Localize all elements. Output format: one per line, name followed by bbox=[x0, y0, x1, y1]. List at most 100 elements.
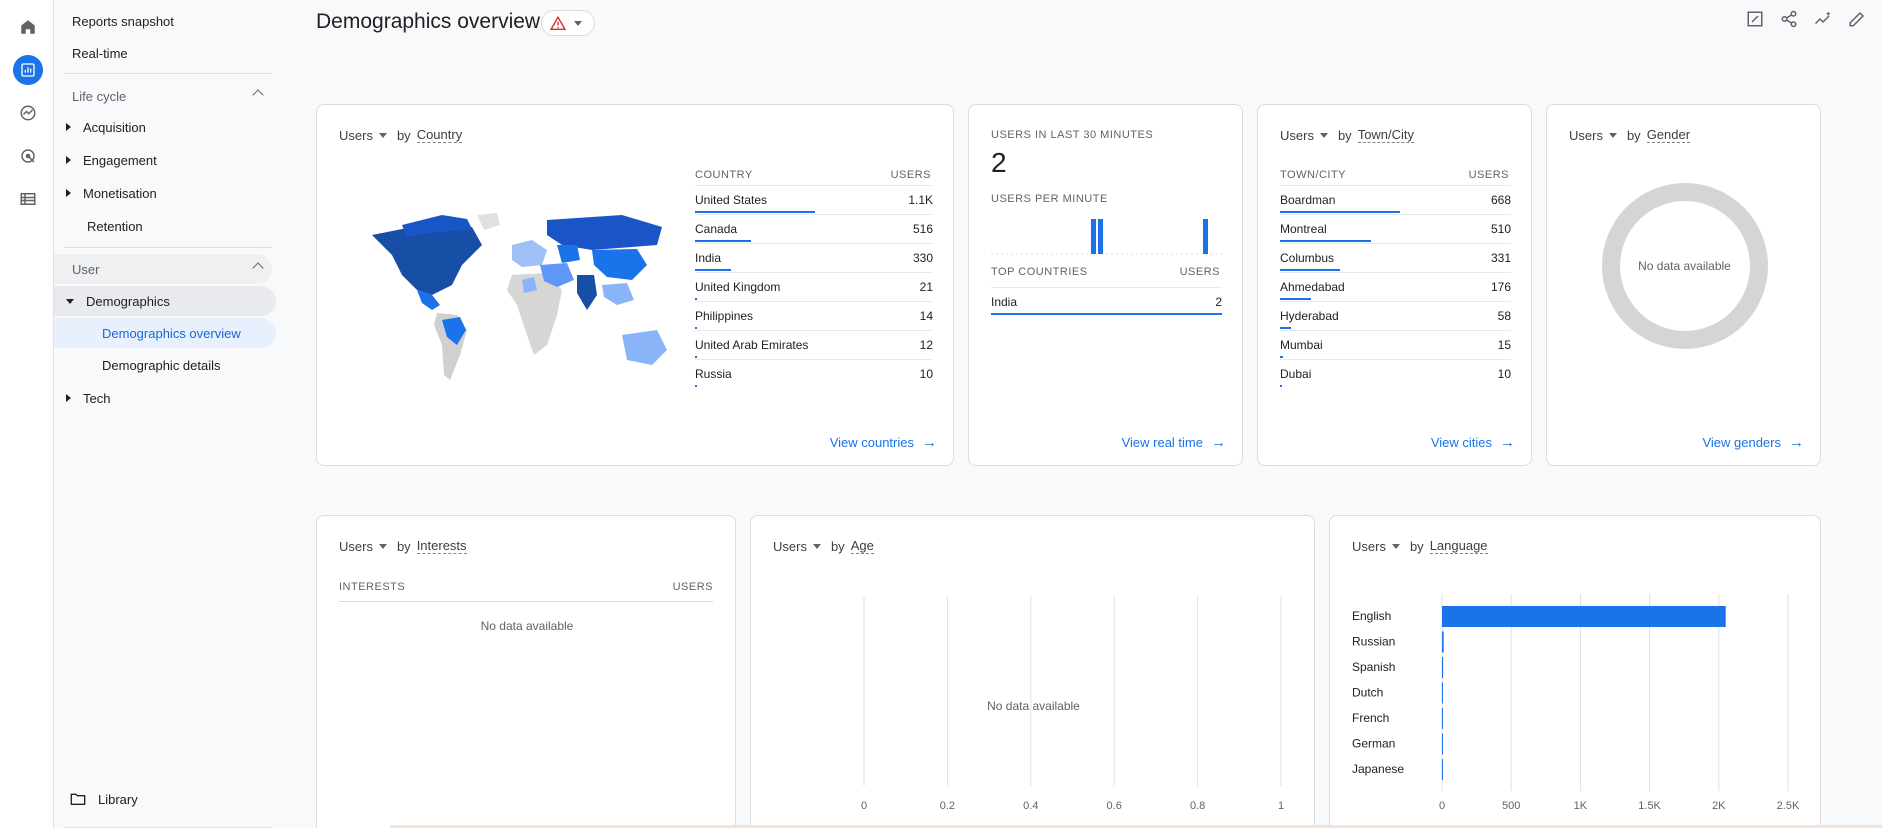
advertising-icon[interactable] bbox=[13, 141, 43, 171]
x-tick-label: 1.5K bbox=[1638, 800, 1661, 812]
row-value: 516 bbox=[912, 222, 933, 236]
table-row[interactable]: Philippines 14 bbox=[695, 301, 933, 330]
table-row[interactable]: Ahmedabad 176 bbox=[1280, 272, 1511, 301]
table-row[interactable]: Boardman 668 bbox=[1280, 185, 1511, 214]
table-row[interactable]: India 330 bbox=[695, 243, 933, 272]
metric-selector[interactable]: Users bbox=[1280, 128, 1314, 143]
card-header[interactable]: Users by Age bbox=[773, 538, 874, 554]
row-value: 12 bbox=[919, 338, 933, 352]
table-row[interactable]: United States 1.1K bbox=[695, 185, 933, 214]
row-name: Columbus bbox=[1280, 251, 1335, 265]
nav-section-label: User bbox=[72, 261, 100, 277]
country-column-header: COUNTRY bbox=[695, 169, 753, 181]
card-header[interactable]: Users by Town/City bbox=[1280, 127, 1415, 143]
row-value: 10 bbox=[919, 367, 933, 381]
row-value: 21 bbox=[919, 280, 933, 294]
explore-icon[interactable] bbox=[13, 98, 43, 128]
view-realtime-link[interactable]: View real time → bbox=[1122, 434, 1226, 451]
dimension-selector[interactable]: Town/City bbox=[1357, 127, 1415, 143]
customize-report-icon[interactable] bbox=[1744, 8, 1766, 30]
list-icon[interactable] bbox=[13, 184, 43, 214]
row-bar bbox=[1280, 298, 1312, 300]
row-name: United Arab Emirates bbox=[695, 338, 809, 352]
table-row[interactable]: Hyderabad 58 bbox=[1280, 301, 1511, 330]
table-row[interactable]: India 2 bbox=[991, 287, 1222, 316]
view-cities-link[interactable]: View cities → bbox=[1431, 434, 1515, 451]
card-header[interactable]: Users by Interests bbox=[339, 538, 467, 554]
x-tick-label: 0.6 bbox=[1107, 800, 1122, 812]
card-header[interactable]: Users by Country bbox=[339, 127, 463, 143]
nav-label: Library bbox=[98, 791, 138, 807]
language-card: Users by Language 0 500 1K 1.5K 2K 2.5K Englis… bbox=[1329, 515, 1821, 828]
card-header[interactable]: Users by Language bbox=[1352, 538, 1488, 554]
home-icon[interactable] bbox=[13, 12, 43, 42]
per-minute-chart bbox=[991, 219, 1223, 255]
nav-engagement[interactable]: Engagement bbox=[66, 146, 157, 174]
card-header[interactable]: Users by Gender bbox=[1569, 127, 1691, 143]
nav-tech[interactable]: Tech bbox=[66, 384, 110, 412]
users-column-header: USERS bbox=[890, 169, 931, 181]
report-navigation: Reports snapshot Real-time Life cycle Ac… bbox=[54, 0, 280, 828]
row-bar bbox=[1280, 385, 1282, 387]
nav-demographics-overview[interactable]: Demographics overview bbox=[54, 318, 276, 348]
data-quality-chip[interactable] bbox=[541, 10, 595, 36]
row-bar bbox=[1280, 327, 1291, 329]
no-data-message: No data available bbox=[480, 619, 574, 633]
interests-card: Users by Interests INTERESTS USERS No da… bbox=[316, 515, 736, 828]
bar-russian bbox=[1442, 631, 1444, 653]
row-name: Canada bbox=[695, 222, 738, 236]
row-value: 58 bbox=[1497, 309, 1511, 323]
row-bar bbox=[1280, 356, 1283, 358]
row-bar bbox=[1280, 211, 1400, 213]
table-row[interactable]: Canada 516 bbox=[695, 214, 933, 243]
row-bar bbox=[695, 240, 752, 242]
table-row[interactable]: Montreal 510 bbox=[1280, 214, 1511, 243]
x-tick-label: 1K bbox=[1574, 800, 1588, 812]
view-genders-link[interactable]: View genders → bbox=[1702, 434, 1804, 451]
nav-retention[interactable]: Retention bbox=[87, 212, 143, 240]
metric-selector[interactable]: Users bbox=[1352, 539, 1386, 554]
row-name: United Kingdom bbox=[695, 280, 781, 294]
no-data-message: No data available bbox=[1638, 259, 1731, 273]
by-label: by bbox=[396, 127, 411, 143]
dimension-selector[interactable]: Country bbox=[416, 127, 463, 143]
nav-real-time[interactable]: Real-time bbox=[72, 39, 128, 67]
category-label: Japanese bbox=[1352, 762, 1404, 776]
city-card: Users by Town/City TOWN/CITY USERS Board… bbox=[1257, 104, 1532, 466]
nav-section-user[interactable]: User bbox=[54, 254, 272, 284]
edit-icon[interactable] bbox=[1846, 8, 1868, 30]
nav-acquisition[interactable]: Acquisition bbox=[66, 113, 146, 141]
chevron-down-icon bbox=[812, 543, 821, 549]
metric-selector[interactable]: Users bbox=[1569, 128, 1603, 143]
table-row[interactable]: United Arab Emirates 12 bbox=[695, 330, 933, 359]
table-row[interactable]: Russia 10 bbox=[695, 359, 933, 388]
nav-section-life-cycle[interactable]: Life cycle bbox=[54, 81, 272, 111]
nav-library[interactable]: Library bbox=[70, 785, 138, 813]
reports-icon[interactable] bbox=[13, 55, 43, 85]
nav-reports-snapshot[interactable]: Reports snapshot bbox=[72, 7, 174, 35]
table-row[interactable]: Columbus 331 bbox=[1280, 243, 1511, 272]
realtime-count: 2 bbox=[991, 147, 1007, 178]
share-icon[interactable] bbox=[1778, 8, 1800, 30]
metric-selector[interactable]: Users bbox=[339, 539, 373, 554]
metric-selector[interactable]: Users bbox=[339, 128, 373, 143]
dimension-selector[interactable]: Age bbox=[850, 538, 874, 554]
expand-arrow-icon bbox=[66, 123, 71, 131]
insights-icon[interactable] bbox=[1812, 8, 1834, 30]
table-row[interactable]: United Kingdom 21 bbox=[695, 272, 933, 301]
dimension-selector[interactable]: Gender bbox=[1646, 127, 1691, 143]
table-row[interactable]: Mumbai 15 bbox=[1280, 330, 1511, 359]
dimension-selector[interactable]: Interests bbox=[416, 538, 467, 554]
nav-demographic-details[interactable]: Demographic details bbox=[102, 351, 221, 379]
nav-demographics[interactable]: Demographics bbox=[54, 286, 276, 316]
table-row[interactable]: Dubai 10 bbox=[1280, 359, 1511, 388]
view-countries-link[interactable]: View countries → bbox=[830, 434, 937, 451]
row-value: 331 bbox=[1490, 251, 1511, 265]
metric-selector[interactable]: Users bbox=[773, 539, 807, 554]
x-tick-label: 0.2 bbox=[940, 800, 955, 812]
realtime-label: USERS IN LAST 30 MINUTES bbox=[991, 129, 1154, 141]
link-label: View countries bbox=[829, 435, 914, 450]
nav-divider bbox=[64, 73, 272, 74]
nav-monetisation[interactable]: Monetisation bbox=[66, 179, 157, 207]
dimension-selector[interactable]: Language bbox=[1429, 538, 1488, 554]
